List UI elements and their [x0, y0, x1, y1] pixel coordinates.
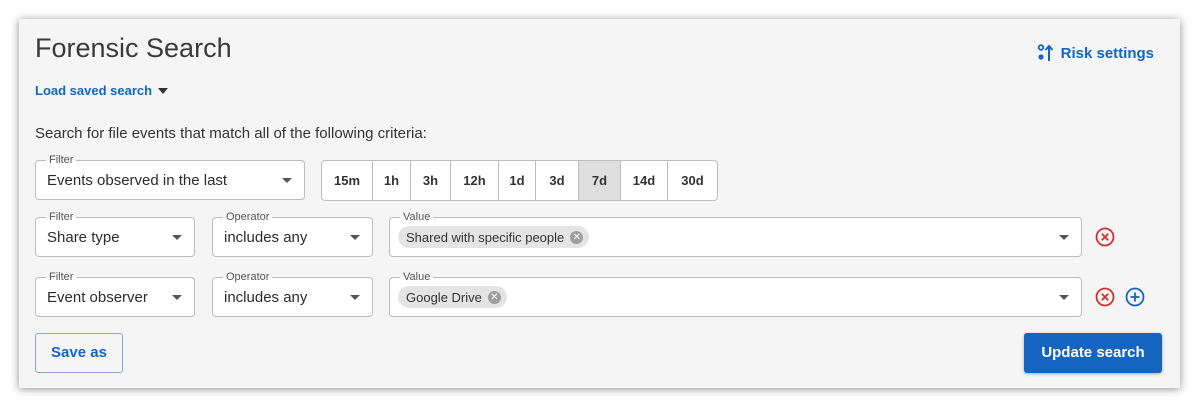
save-as-button[interactable]: Save as [35, 333, 123, 373]
chip-clear-icon[interactable]: ✕ [570, 230, 584, 244]
risk-settings-label: Risk settings [1060, 44, 1154, 62]
value-label: Value [400, 270, 434, 284]
chevron-down-icon [172, 235, 182, 240]
time-range-15m[interactable]: 15m [322, 161, 373, 200]
remove-circle-icon[interactable] [1095, 227, 1115, 247]
risk-settings-icon [1037, 44, 1053, 61]
chevron-down-icon [350, 235, 360, 240]
value-label: Value [400, 210, 434, 224]
chevron-down-icon [350, 295, 360, 300]
time-range-1h[interactable]: 1h [373, 161, 411, 200]
operator-value: includes any [224, 229, 308, 246]
criteria-description: Search for file events that match all of… [35, 125, 427, 142]
filter-label: Filter [46, 270, 77, 284]
filter-select-share-type[interactable]: Filter Share type [35, 210, 195, 257]
operator-label: Operator [223, 210, 273, 224]
chip-label: Google Drive [406, 289, 482, 305]
chip-label: Shared with specific people [406, 229, 565, 245]
chevron-down-icon [1059, 295, 1069, 300]
forensic-search-panel: Forensic Search Risk settings Load saved… [19, 19, 1180, 388]
load-saved-search-label: Load saved search [35, 83, 153, 98]
time-range-7d[interactable]: 7d [579, 161, 621, 200]
operator-label: Operator [223, 270, 273, 284]
time-range-3h[interactable]: 3h [411, 161, 451, 200]
operator-select[interactable]: Operator includes any [212, 270, 373, 317]
value-chip: Shared with specific people ✕ [398, 226, 590, 248]
update-search-button[interactable]: Update search [1024, 333, 1162, 373]
chevron-down-icon [172, 295, 182, 300]
chevron-down-icon [1059, 235, 1069, 240]
time-range-12h[interactable]: 12h [451, 161, 499, 200]
filter-value: Share type [47, 229, 120, 246]
operator-select[interactable]: Operator includes any [212, 210, 373, 257]
chevron-down-icon [282, 178, 292, 183]
filter-label: Filter [46, 153, 77, 167]
time-range-segmented-control: 15m 1h 3h 12h 1d 3d 7d 14d 30d [321, 160, 718, 201]
filter-label: Filter [46, 210, 77, 224]
risk-settings-link[interactable]: Risk settings [1037, 44, 1154, 62]
remove-circle-icon[interactable] [1095, 287, 1115, 307]
time-range-3d[interactable]: 3d [536, 161, 579, 200]
filter-value: Event observer [47, 289, 148, 306]
time-range-14d[interactable]: 14d [621, 161, 668, 200]
load-saved-search-dropdown[interactable]: Load saved search [35, 83, 169, 98]
chip-clear-icon[interactable]: ✕ [487, 290, 501, 304]
value-multiselect[interactable]: Value Shared with specific people ✕ [389, 210, 1082, 257]
time-range-30d[interactable]: 30d [668, 161, 717, 200]
filter-value: Events observed in the last [47, 172, 228, 189]
value-chip: Google Drive ✕ [398, 286, 507, 308]
value-multiselect[interactable]: Value Google Drive ✕ [389, 270, 1082, 317]
filter-select-event-observer[interactable]: Filter Event observer [35, 270, 195, 317]
add-circle-icon[interactable] [1125, 287, 1145, 307]
time-filter-select[interactable]: Filter Events observed in the last [35, 153, 305, 200]
time-range-1d[interactable]: 1d [499, 161, 536, 200]
page-title: Forensic Search [35, 33, 232, 63]
caret-down-icon [158, 87, 169, 94]
operator-value: includes any [224, 289, 308, 306]
